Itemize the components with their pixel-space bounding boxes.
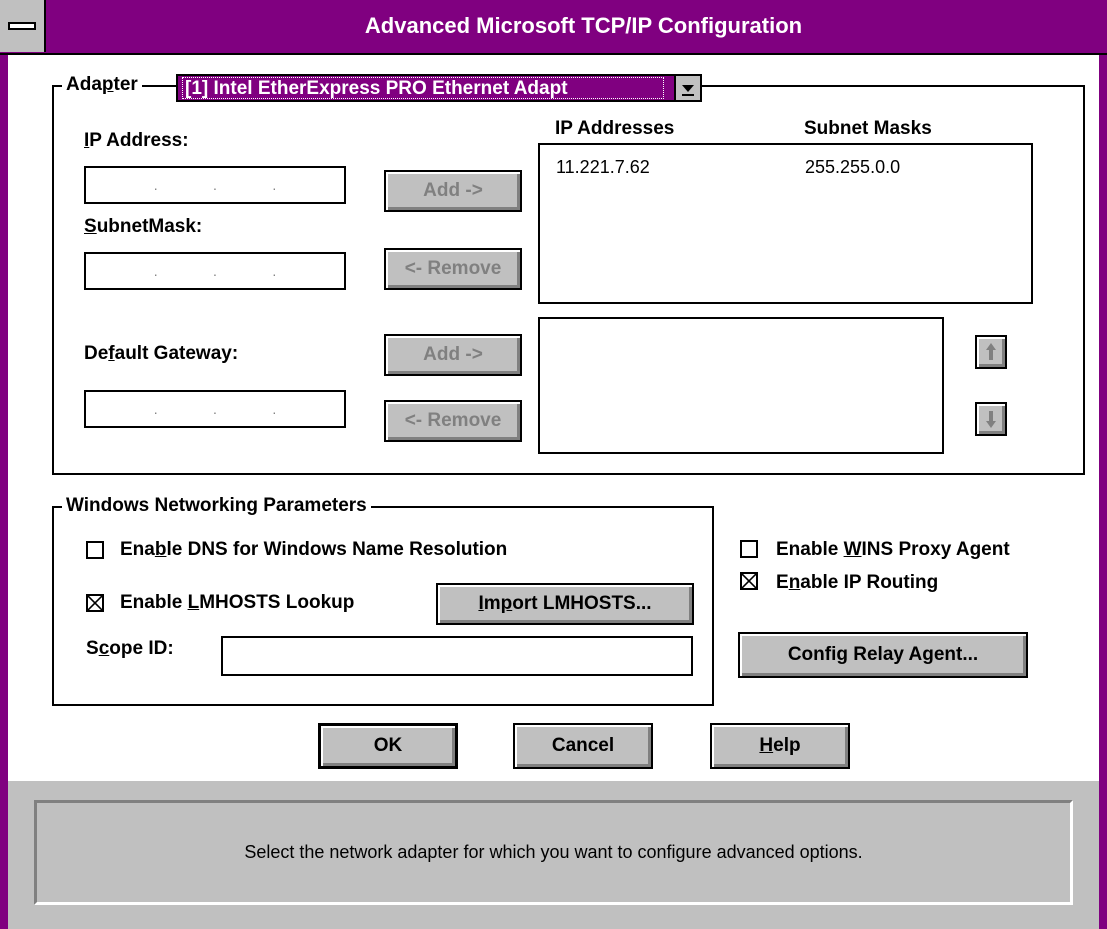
add-gateway-button[interactable]: Add -> bbox=[384, 334, 522, 376]
ip-address-field[interactable]: ... bbox=[84, 166, 346, 204]
title-bar[interactable]: Advanced Microsoft TCP/IP Configuration bbox=[0, 0, 1107, 55]
ip-routing-label[interactable]: Enable IP Routing bbox=[776, 572, 938, 594]
ip-address-label: IP Address: bbox=[84, 130, 189, 151]
ip-routing-checkbox[interactable] bbox=[740, 572, 758, 590]
arrow-up-icon bbox=[986, 343, 996, 360]
default-gateway-label: Default Gateway: bbox=[84, 343, 239, 364]
dns-checkbox[interactable] bbox=[86, 541, 104, 559]
help-button[interactable]: Help bbox=[710, 723, 850, 769]
remove-gateway-button-label: <- Remove bbox=[404, 410, 502, 431]
gateway-list[interactable] bbox=[538, 317, 944, 454]
list-item-ip[interactable]: 11.221.7.62 bbox=[556, 157, 650, 178]
ip-addresses-header: IP Addresses bbox=[555, 118, 675, 139]
adapter-selected-value: [1] Intel EtherExpress PRO Ethernet Adap… bbox=[182, 77, 664, 99]
add-ip-button-label: Add -> bbox=[423, 180, 483, 201]
system-menu-button[interactable] bbox=[0, 0, 46, 52]
wins-proxy-checkbox[interactable] bbox=[740, 540, 758, 558]
checkmark-x-icon bbox=[742, 574, 756, 588]
ok-button-label: OK bbox=[373, 735, 403, 756]
move-up-button[interactable] bbox=[975, 335, 1007, 369]
scope-id-label: Scope ID: bbox=[86, 638, 174, 659]
config-relay-agent-button[interactable]: Config Relay Agent... bbox=[738, 632, 1028, 678]
list-item-mask[interactable]: 255.255.0.0 bbox=[805, 157, 900, 178]
subnet-mask-label: SubnetMask: bbox=[84, 216, 203, 237]
lmhosts-checkbox[interactable] bbox=[86, 594, 104, 612]
ip-address-list[interactable]: 11.221.7.62 255.255.0.0 bbox=[538, 143, 1033, 304]
scope-id-field[interactable] bbox=[221, 636, 693, 676]
checkmark-x-icon bbox=[88, 596, 102, 610]
default-gateway-field[interactable]: ... bbox=[84, 390, 346, 428]
move-down-button[interactable] bbox=[975, 402, 1007, 436]
windows-networking-label: Windows Networking Parameters bbox=[62, 495, 371, 517]
ok-button[interactable]: OK bbox=[318, 723, 458, 769]
cancel-button-label: Cancel bbox=[551, 735, 615, 756]
remove-ip-button[interactable]: <- Remove bbox=[384, 248, 522, 290]
arrow-down-icon bbox=[986, 411, 996, 428]
chevron-down-icon bbox=[682, 85, 694, 96]
wins-proxy-label[interactable]: Enable WINS Proxy Agent bbox=[776, 539, 1010, 561]
window-title: Advanced Microsoft TCP/IP Configuration bbox=[364, 13, 803, 38]
status-panel: Select the network adapter for which you… bbox=[34, 800, 1073, 905]
subnet-mask-field[interactable]: ... bbox=[84, 252, 346, 290]
subnet-masks-header: Subnet Masks bbox=[804, 118, 932, 139]
add-gateway-button-label: Add -> bbox=[423, 344, 483, 365]
adapter-dropdown[interactable]: [1] Intel EtherExpress PRO Ethernet Adap… bbox=[176, 74, 702, 102]
lmhosts-checkbox-label[interactable]: Enable LMHOSTS Lookup bbox=[120, 592, 354, 614]
remove-ip-button-label: <- Remove bbox=[404, 258, 502, 279]
remove-gateway-button[interactable]: <- Remove bbox=[384, 400, 522, 442]
adapter-label: Adapter bbox=[62, 74, 142, 96]
import-lmhosts-button[interactable]: Import LMHOSTS... bbox=[436, 583, 694, 625]
cancel-button[interactable]: Cancel bbox=[513, 723, 653, 769]
dropdown-arrow-button[interactable] bbox=[674, 76, 700, 100]
add-ip-button[interactable]: Add -> bbox=[384, 170, 522, 212]
status-text: Select the network adapter for which you… bbox=[244, 842, 863, 862]
dns-checkbox-label[interactable]: Enable DNS for Windows Name Resolution bbox=[120, 539, 507, 561]
system-menu-icon bbox=[8, 22, 36, 30]
